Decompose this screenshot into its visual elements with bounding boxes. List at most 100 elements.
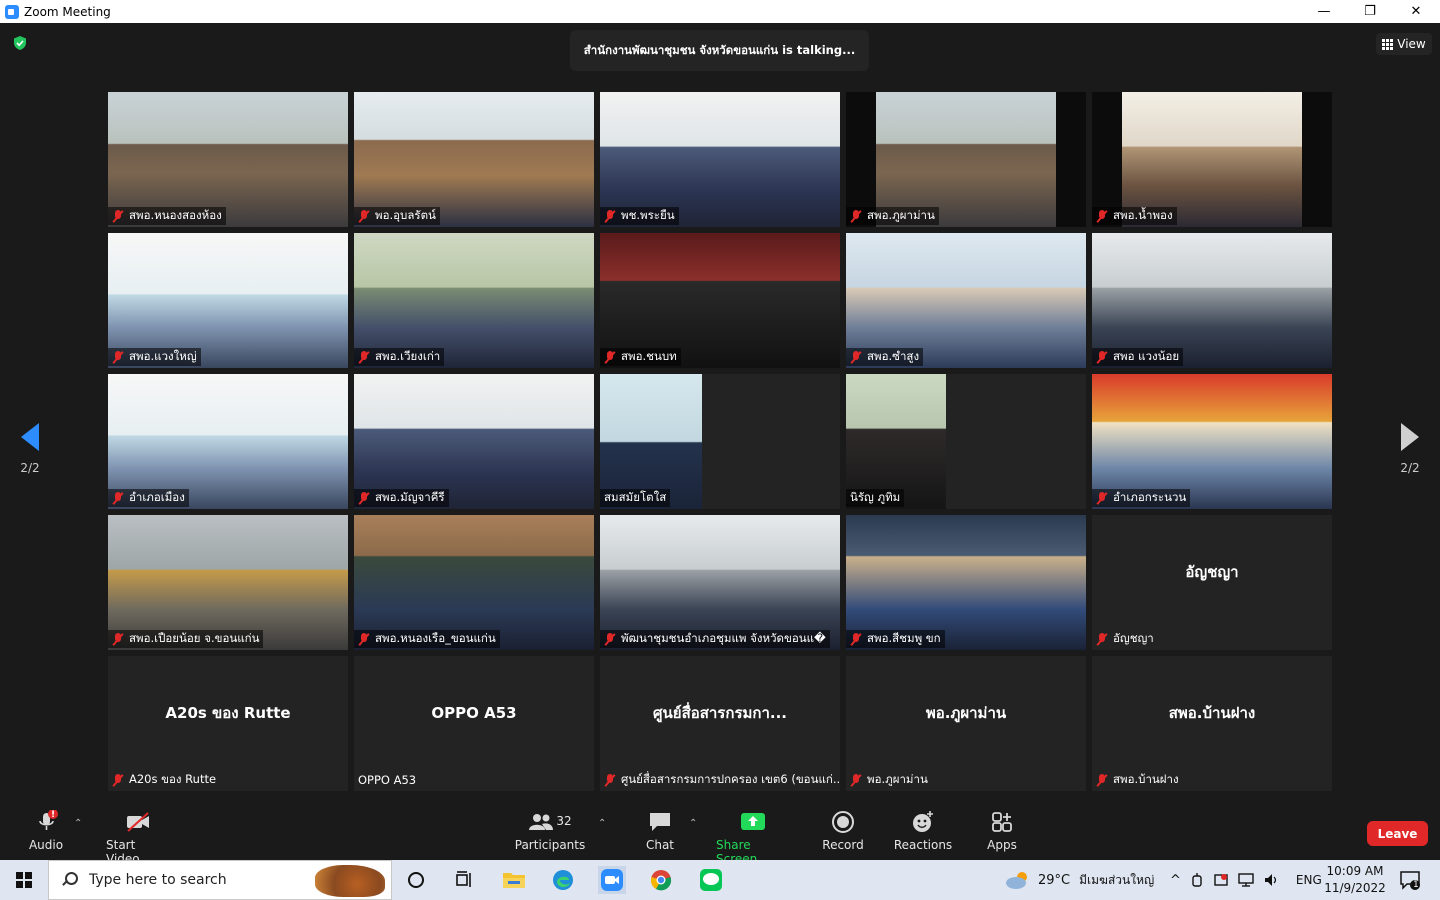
participant-video-tile[interactable]: สพอ.ภูผาม่าน (846, 92, 1086, 227)
participant-video-tile[interactable]: พอ.อุบลรัตน์ (354, 92, 594, 227)
taskbar-search-box[interactable]: Type here to search (48, 860, 392, 900)
participant-video-tile[interactable]: พช.พระยืน (600, 92, 840, 227)
participants-button[interactable]: 32 Participants (515, 810, 585, 852)
start-video-button[interactable]: Start Video (106, 810, 170, 866)
record-label: Record (822, 838, 864, 852)
security-tray-icon[interactable] (1213, 872, 1229, 888)
clock-time: 10:09 AM (1326, 864, 1384, 878)
audio-button[interactable]: ! Audio (26, 810, 66, 852)
record-icon (832, 811, 854, 833)
participant-video-tile[interactable]: A20s ของ Rutte A20s ของ Rutte (108, 656, 348, 791)
participant-video-tile[interactable]: สพอ.ซำสูง (846, 233, 1086, 368)
volume-icon[interactable] (1263, 872, 1279, 888)
participant-video-tile[interactable]: พัฒนาชุมชนอำเภอชุมแพ จังหวัดขอนแ� (600, 515, 840, 650)
audio-options-caret[interactable]: ⌃ (74, 818, 82, 829)
participants-label: Participants (514, 838, 586, 852)
participant-video-tile[interactable]: สพอ.หนองเรือ_ขอนแก่น (354, 515, 594, 650)
participant-video-tile[interactable]: สพอ.มัญจาคีรี (354, 374, 594, 509)
weather-widget[interactable]: 29°C มีเมฆส่วนใหญ่ (1004, 860, 1154, 900)
participant-name-tag: พัฒนาชุมชนอำเภอชุมแพ จังหวัดขอนแ� (600, 630, 830, 648)
reactions-button[interactable]: Reactions (894, 810, 952, 852)
muted-microphone-icon (850, 632, 862, 646)
participant-name: สพอ.เปือยน้อย จ.ขอนแก่น (129, 631, 260, 645)
windows-taskbar: Type here to search 29°C มีเมฆส่วนใหญ่ ^… (0, 860, 1440, 900)
maximize-button[interactable]: ❐ (1347, 0, 1393, 23)
windows-logo-icon (16, 872, 32, 888)
close-button[interactable]: ✕ (1393, 0, 1439, 23)
record-button[interactable]: Record (820, 810, 866, 852)
folder-icon (503, 873, 525, 888)
participants-count: 32 (556, 814, 572, 828)
previous-page-button[interactable]: 2/2 (10, 423, 50, 493)
start-button[interactable] (0, 860, 48, 900)
cortana-button[interactable] (402, 866, 430, 894)
participants-options-caret[interactable]: ⌃ (598, 818, 606, 829)
participant-video-tile[interactable]: สพอ.แวงใหญ่ (108, 233, 348, 368)
show-hidden-icons-chevron-icon[interactable]: ^ (1170, 873, 1181, 888)
participant-name-tag: OPPO A53 (354, 771, 420, 789)
participant-name-tag: สพอ.ภูผาม่าน (846, 207, 939, 225)
network-icon[interactable] (1238, 872, 1254, 888)
participant-name-tag: อำเภอกระนวน (1092, 489, 1191, 507)
participant-video-tile[interactable]: อัญชญา อัญชญา (1092, 515, 1332, 650)
input-language[interactable]: ENG (1296, 873, 1322, 887)
participant-video-tile[interactable]: สพอ.ชนบท (600, 233, 840, 368)
notification-count: 1 (1413, 880, 1419, 890)
participant-name: สพอ.บ้านฝาง (1113, 772, 1179, 786)
zoom-app-icon (5, 4, 19, 19)
muted-microphone-icon (850, 209, 862, 223)
participant-video-tile[interactable]: พอ.ภูผาม่าน พอ.ภูผาม่าน (846, 656, 1086, 791)
participants-icon (529, 814, 554, 830)
chrome-button[interactable] (647, 866, 675, 894)
participant-video-tile[interactable]: สพอ แวงน้อย (1092, 233, 1332, 368)
file-explorer-button[interactable] (500, 866, 528, 894)
minimize-button[interactable]: — (1301, 0, 1347, 23)
participant-name: อัญชญา (1113, 631, 1154, 645)
clock-date: 11/9/2022 (1324, 881, 1386, 895)
participant-video-tile[interactable]: นิรัญ ภูทิม (846, 374, 1086, 509)
participant-display-name: ศูนย์สื่อสารกรมกา... (653, 703, 787, 722)
edge-button[interactable] (549, 866, 577, 894)
search-icon (61, 872, 78, 888)
notifications-button[interactable]: 1 (1396, 866, 1424, 894)
chat-label: Chat (645, 838, 675, 852)
leave-button[interactable]: Leave (1367, 821, 1428, 846)
meeting-toolbar: ! Audio ⌃ Start Video 32 Participants ⌃ … (0, 800, 1440, 866)
participant-name: พอ.ภูผาม่าน (867, 772, 928, 786)
usb-device-icon[interactable] (1190, 872, 1204, 888)
participant-display-name: สพอ.บ้านฝาง (1168, 703, 1256, 722)
apps-button[interactable]: Apps (984, 810, 1020, 852)
muted-microphone-icon (112, 773, 124, 787)
chat-options-caret[interactable]: ⌃ (689, 818, 697, 829)
right-arrow-icon (1401, 423, 1419, 451)
participant-video-tile[interactable]: สพอ.สีชมพู ขก (846, 515, 1086, 650)
participant-video-tile[interactable]: อำเภอกระนวน (1092, 374, 1332, 509)
participant-name-tag: พอ.อุบลรัตน์ (354, 207, 440, 225)
chat-button[interactable]: Chat (642, 810, 678, 852)
share-screen-button[interactable]: Share Screen (716, 810, 790, 866)
grid-view-icon (1382, 38, 1394, 50)
next-page-button[interactable]: 2/2 (1390, 423, 1430, 493)
taskbar-clock[interactable]: 10:09 AM 11/9/2022 (1322, 863, 1388, 897)
participant-name: สพอ.เวียงเก่า (375, 349, 441, 363)
participant-name-tag: พอ.ภูผาม่าน (846, 771, 932, 789)
participant-name-tag: ศูนย์สื่อสารกรมการปกครอง เขต6 (ขอนแก่... (600, 771, 840, 789)
video-grid: สพอ.หนองสองห้อง พอ.อุบลรัตน์ พช.พระยืน สพอ.… (108, 92, 1332, 791)
apps-label: Apps (987, 838, 1017, 852)
encryption-shield-icon[interactable] (12, 35, 28, 51)
participant-video-tile[interactable]: ศูนย์สื่อสารกรมกา... ศูนย์สื่อสารกรมการปก… (600, 656, 840, 791)
participant-video-tile[interactable]: สพอ.หนองสองห้อง (108, 92, 348, 227)
participant-video-tile[interactable]: สพอ.บ้านฝาง สพอ.บ้านฝาง (1092, 656, 1332, 791)
participant-video-tile[interactable]: สพอ.เปือยน้อย จ.ขอนแก่น (108, 515, 348, 650)
search-highlight-image[interactable] (315, 865, 385, 897)
participant-video-tile[interactable]: OPPO A53 OPPO A53 (354, 656, 594, 791)
weather-description: มีเมฆส่วนใหญ่ (1079, 872, 1155, 887)
participant-video-tile[interactable]: สพอ.เวียงเก่า (354, 233, 594, 368)
zoom-taskbar-button[interactable] (598, 866, 626, 894)
view-button[interactable]: View (1376, 33, 1432, 55)
participant-video-tile[interactable]: สพอ.น้ำพอง (1092, 92, 1332, 227)
participant-video-tile[interactable]: อำเภอเมือง (108, 374, 348, 509)
task-view-button[interactable] (450, 866, 478, 894)
participant-video-tile[interactable]: สมสมัยโตใส (600, 374, 840, 509)
line-app-button[interactable] (697, 866, 725, 894)
